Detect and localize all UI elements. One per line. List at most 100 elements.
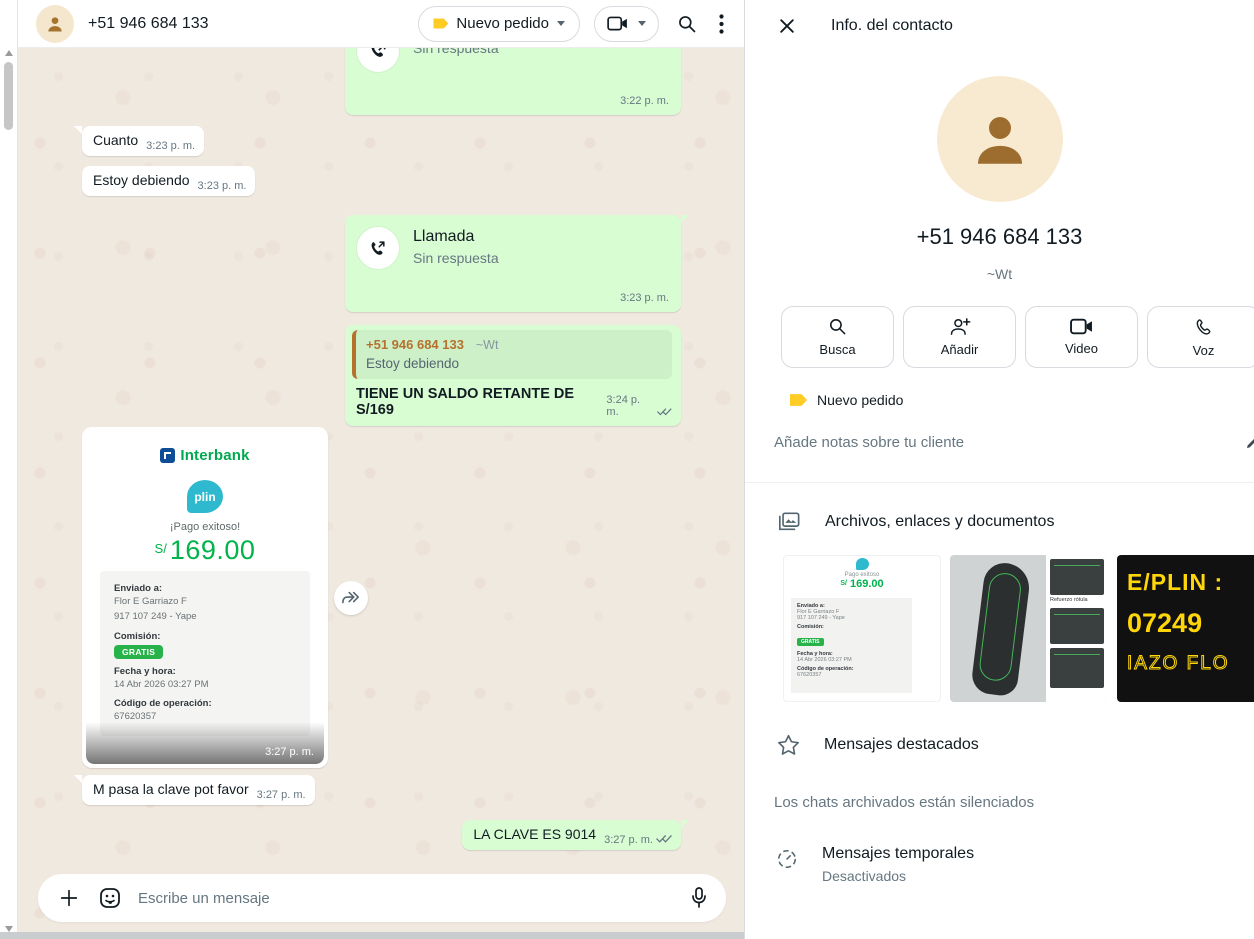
video-call-icon (607, 16, 628, 31)
plin-logo (856, 558, 869, 570)
add-contact-button[interactable]: Añadir (903, 306, 1016, 368)
message-input[interactable] (138, 890, 686, 907)
edit-pencil-icon[interactable] (1245, 434, 1254, 455)
message-time: 3:22 p. m. (620, 95, 669, 107)
panel-title: Info. del contacto (831, 17, 953, 35)
media-thumbnails: Pago exitoso S/ 169.00 Enviado a: Flor E… (745, 555, 1254, 702)
window-bottom-edge (0, 932, 744, 939)
star-icon (777, 734, 800, 756)
thumb-amount: S/ 169.00 (784, 578, 940, 590)
double-check-icon (657, 406, 672, 417)
timer-icon (776, 848, 798, 870)
search-in-chat-button[interactable] (673, 10, 701, 38)
video-call-icon (1070, 318, 1093, 335)
voice-call-button[interactable]: Voz (1147, 306, 1254, 368)
phone-icon (1194, 317, 1214, 337)
sticker-emoji-icon (98, 886, 122, 910)
message-incoming-debiendo[interactable]: Estoy debiendo3:23 p. m. (82, 166, 255, 196)
knee-sleeve-graphic (970, 561, 1032, 698)
contact-avatar[interactable] (36, 5, 74, 43)
close-icon (777, 16, 797, 36)
person-icon (967, 106, 1033, 172)
scrollbar-thumb[interactable] (4, 62, 13, 130)
gratis-badge: GRATIS (114, 645, 163, 659)
call-dropdown-button[interactable] (594, 6, 659, 42)
message-time: 3:24 p. m. (606, 394, 651, 418)
message-outgoing-clave[interactable]: LA CLAVE ES 90143:27 p. m. (462, 820, 681, 850)
message-time: 3:27 p. m. (265, 746, 314, 758)
attach-button[interactable] (54, 883, 84, 913)
message-composer (38, 874, 726, 922)
interbank-logo-square (160, 448, 175, 463)
chat-menu-button[interactable] (715, 10, 728, 38)
person-add-icon (949, 317, 971, 336)
emoji-button[interactable] (94, 882, 126, 914)
receipt-amount: S/169.00 (86, 535, 324, 566)
left-scrollbar-strip (0, 0, 18, 939)
message-time: 3:27 p. m. (257, 789, 306, 801)
customer-notes-field[interactable]: Añade notas sobre tu cliente (745, 434, 1254, 452)
search-icon (677, 14, 697, 34)
double-check-icon (656, 833, 672, 844)
search-messages-button[interactable]: Busca (781, 306, 894, 368)
label-tag-icon (433, 18, 448, 30)
thumb-receipt-card: Enviado a: Flor E Garriazo F 917 107 249… (791, 598, 912, 693)
label-dropdown-button[interactable]: Nuevo pedido (418, 6, 580, 42)
media-thumb-receipt[interactable]: Pago exitoso S/ 169.00 Enviado a: Flor E… (783, 555, 941, 702)
message-incoming-cuanto[interactable]: Cuanto 3:23 p. m. (82, 126, 204, 156)
message-incoming-clave-request[interactable]: M pasa la clave pot favor 3:27 p. m. (82, 775, 315, 805)
person-icon (45, 14, 65, 34)
starred-messages-row[interactable]: Mensajes destacados (745, 734, 1254, 756)
message-call-outgoing-323[interactable]: Llamada Sin respuesta 3:23 p. m. (345, 215, 681, 312)
plin-logo: plin (187, 480, 223, 513)
contact-info-panel: Info. del contacto +51 946 684 133 ~Wt B… (744, 0, 1254, 939)
section-divider (745, 482, 1254, 483)
archived-chats-note: Los chats archivados están silenciados (745, 794, 1254, 811)
outgoing-call-icon (368, 238, 388, 258)
microphone-icon (690, 886, 708, 910)
media-thumb-knee-brace[interactable]: Refuerzo rótula (950, 555, 1108, 702)
chat-contact-name[interactable]: +51 946 684 133 (88, 15, 209, 33)
call-status: Sin respuesta (413, 250, 499, 266)
label-dropdown-text: Nuevo pedido (456, 15, 549, 32)
media-links-docs-row[interactable]: Archivos, enlaces y documentos (745, 511, 1254, 533)
message-outgoing-saldo[interactable]: +51 946 684 133 ~Wt Estoy debiendo TIENE… (345, 325, 681, 426)
video-call-button[interactable]: Video (1025, 306, 1138, 368)
chevron-down-icon (638, 21, 646, 26)
contact-info-header: Info. del contacto (745, 0, 1254, 52)
knee-detail-panel: Refuerzo rótula (1046, 555, 1108, 702)
contact-phone[interactable]: +51 946 684 133 (745, 224, 1254, 250)
plus-icon (58, 887, 80, 909)
call-title: Llamada (413, 228, 499, 246)
message-text: TIENE UN SALDO RETANTE DE S/169 (356, 386, 596, 418)
message-image-receipt[interactable]: Interbank plin ¡Pago exitoso! S/169.00 E… (82, 427, 328, 768)
kebab-menu-icon (719, 14, 724, 34)
receipt-image[interactable]: Interbank plin ¡Pago exitoso! S/169.00 E… (86, 431, 324, 764)
label-tag-icon (790, 393, 807, 407)
receipt-status: ¡Pago exitoso! (86, 521, 324, 533)
message-text: Estoy debiendo (93, 172, 190, 188)
quoted-message[interactable]: +51 946 684 133 ~Wt Estoy debiendo (352, 330, 672, 379)
chevron-down-icon (557, 21, 565, 26)
message-text: Cuanto (93, 132, 138, 148)
scrollbar-up-arrow[interactable] (5, 50, 13, 56)
message-time: 3:23 p. m. (146, 140, 195, 152)
disappearing-messages-row[interactable]: Mensajes temporales Desactivados (745, 845, 1254, 884)
message-time: 3:27 p. m. (604, 834, 653, 846)
message-time: 3:23 p. m. (620, 292, 669, 304)
contact-avatar-large[interactable] (937, 76, 1063, 202)
search-icon (828, 317, 847, 336)
voice-record-button[interactable] (686, 882, 712, 914)
quoted-sender: +51 946 684 133 (366, 337, 464, 352)
quoted-text: Estoy debiendo (366, 356, 662, 371)
media-thumb-plin-sign[interactable]: E/PLIN : 07249 IAZO FLO (1117, 555, 1254, 702)
message-text: M pasa la clave pot favor (93, 781, 249, 797)
close-panel-button[interactable] (773, 12, 801, 40)
quoted-sender-pushname: ~Wt (476, 338, 499, 352)
chat-label-row[interactable]: Nuevo pedido (745, 392, 1254, 408)
forward-message-button[interactable] (334, 581, 368, 615)
chat-header: +51 946 684 133 Nuevo pedido (18, 0, 744, 48)
receipt-details-card: Enviado a: Flor E Garriazo F 917 107 249… (100, 571, 310, 736)
contact-actions: Busca Añadir Video (745, 306, 1254, 368)
whatsapp-window: +51 946 684 133 Nuevo pedido (0, 0, 1254, 939)
